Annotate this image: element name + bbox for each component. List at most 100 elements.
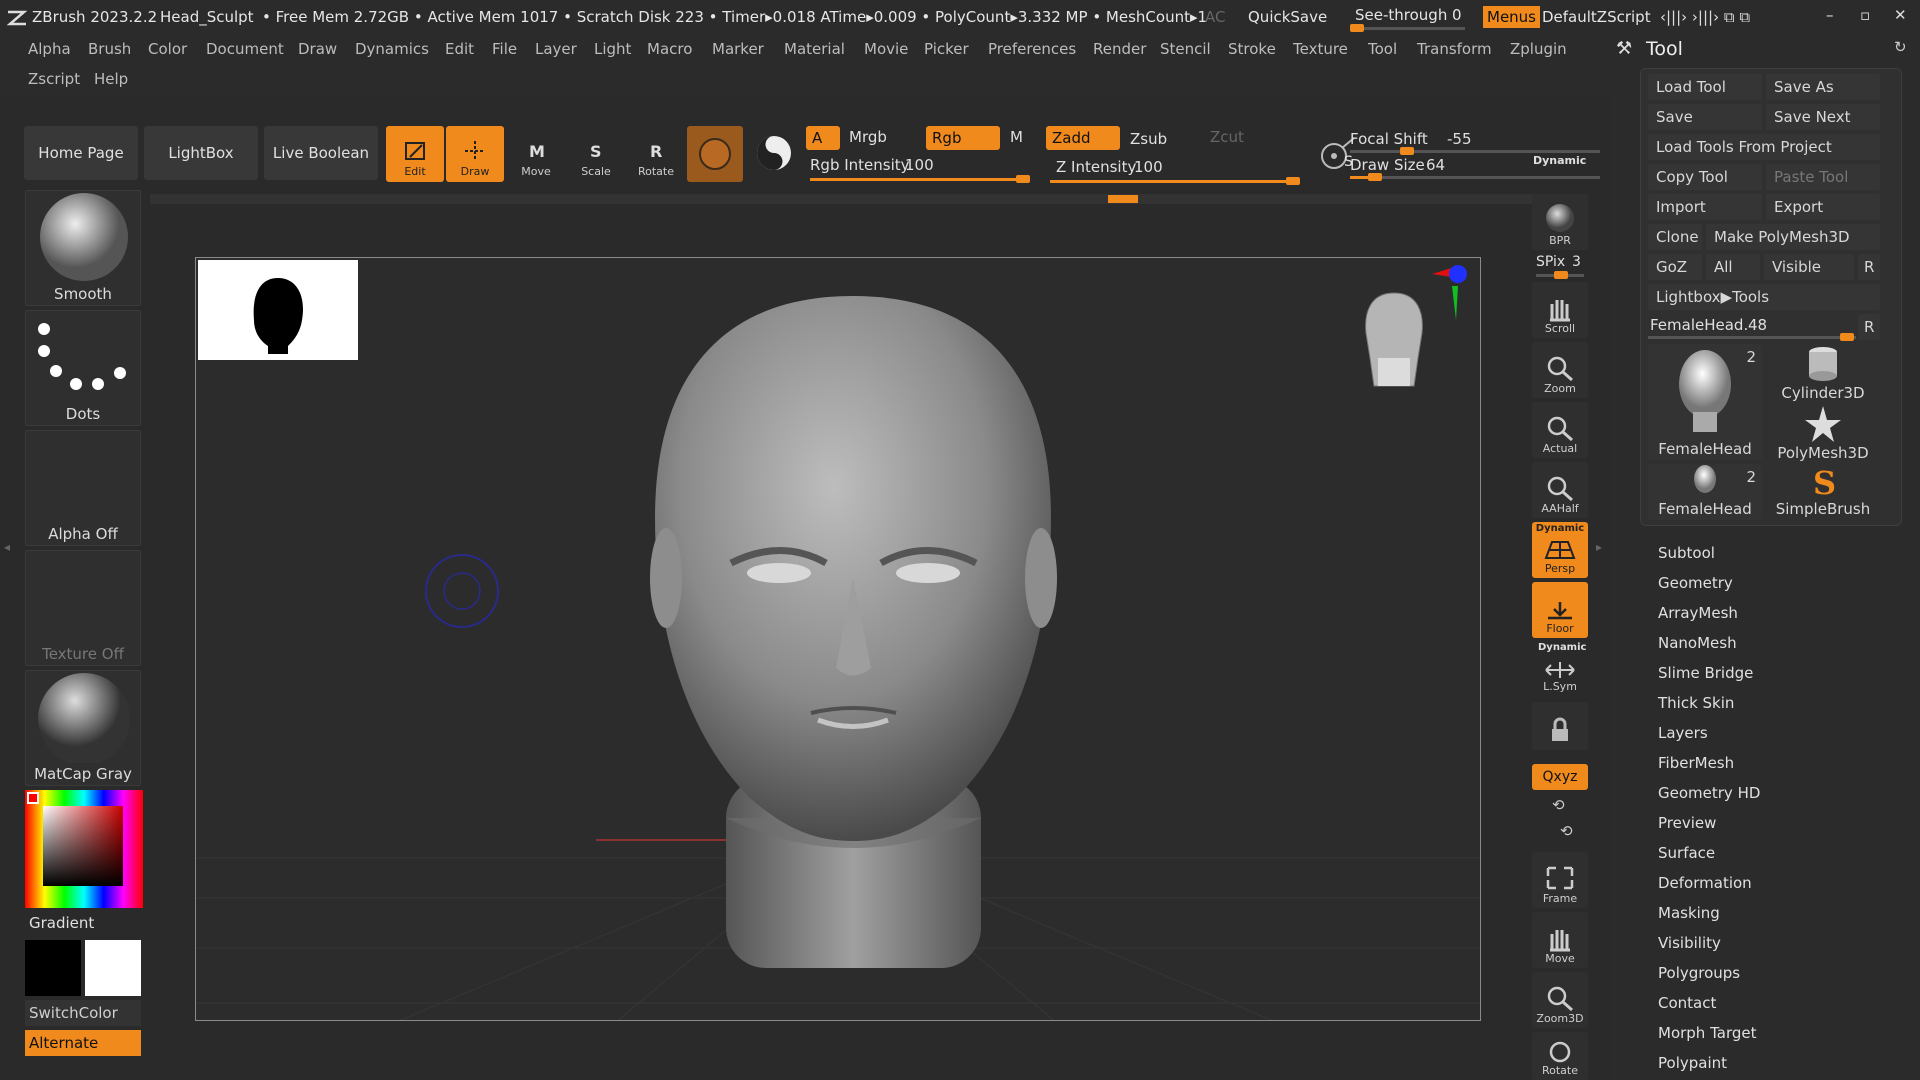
navigation-head-icon[interactable] — [1365, 292, 1423, 387]
menu-color[interactable]: Color — [148, 40, 187, 58]
load-tool-button[interactable]: Load Tool — [1648, 74, 1762, 100]
paste-tool-button[interactable]: Paste Tool — [1766, 164, 1880, 190]
color-square[interactable] — [43, 806, 123, 886]
menu-edit[interactable]: Edit — [445, 40, 474, 58]
frame-button[interactable]: Frame — [1532, 852, 1588, 908]
quicksave-button[interactable]: QuickSave — [1248, 8, 1327, 26]
menu-transform[interactable]: Transform — [1417, 40, 1492, 58]
tool-palette-title[interactable]: Tool — [1646, 38, 1683, 60]
save-next-button[interactable]: Save Next — [1766, 104, 1880, 130]
document-scroll-track[interactable] — [150, 194, 1580, 204]
menu-help[interactable]: Help — [94, 70, 128, 88]
draw-mode-button[interactable]: Draw — [446, 126, 504, 182]
subpalette-masking[interactable]: Masking — [1658, 904, 1720, 922]
xyz-rotate-toggle[interactable]: Qxyz — [1532, 764, 1588, 790]
subpalette-nanomesh[interactable]: NanoMesh — [1658, 634, 1737, 652]
menus-toggle[interactable]: Menus — [1483, 6, 1540, 28]
bpr-button[interactable]: BPR — [1532, 194, 1588, 250]
main-color-swatch[interactable] — [25, 940, 81, 996]
left-tray-collapse-icon[interactable]: ◂ — [4, 540, 14, 580]
subpalette-layers[interactable]: Layers — [1658, 724, 1708, 742]
tool-thumb-femalehead-2[interactable]: FemaleHead 2 — [1648, 464, 1762, 520]
menu-document[interactable]: Document — [206, 40, 284, 58]
subpalette-thick-skin[interactable]: Thick Skin — [1658, 694, 1734, 712]
layout-icons[interactable]: ‹|||› ›|||› ⧉ ⧉ — [1660, 8, 1750, 26]
menu-stroke[interactable]: Stroke — [1228, 40, 1276, 58]
lightbox-tools-button[interactable]: Lightbox▶Tools — [1648, 284, 1880, 310]
floor-button[interactable]: Floor — [1532, 582, 1588, 638]
subpalette-visibility[interactable]: Visibility — [1658, 934, 1721, 952]
subpalette-surface[interactable]: Surface — [1658, 844, 1715, 862]
transp-lock-button[interactable] — [1532, 702, 1588, 750]
subpalette-deformation[interactable]: Deformation — [1658, 874, 1752, 892]
edit-mode-button[interactable]: Edit — [386, 126, 444, 182]
home-page-button[interactable]: Home Page — [24, 126, 138, 180]
rgb-intensity-slider[interactable] — [810, 175, 1030, 183]
z-intensity-slider[interactable] — [1050, 177, 1300, 185]
menu-texture[interactable]: Texture — [1293, 40, 1348, 58]
seethrough-slider[interactable] — [1350, 24, 1465, 32]
aahalf-button[interactable]: AAHalf — [1532, 462, 1588, 518]
draw-size-slider[interactable] — [1350, 173, 1600, 181]
tool-thumb-cylinder3d[interactable]: Cylinder3D — [1766, 344, 1880, 402]
save-as-button[interactable]: Save As — [1766, 74, 1880, 100]
subpalette-arraymesh[interactable]: ArrayMesh — [1658, 604, 1738, 622]
mrgb-toggle[interactable]: Mrgb — [849, 128, 887, 146]
menu-layer[interactable]: Layer — [535, 40, 577, 58]
menu-dynamics[interactable]: Dynamics — [355, 40, 429, 58]
right-tray-collapse-icon[interactable]: ▸ — [1596, 540, 1606, 580]
rgb-toggle[interactable]: Rgb — [926, 126, 1000, 150]
actual-button[interactable]: Actual — [1532, 402, 1588, 458]
dynamic-size-toggle[interactable]: Dynamic — [1533, 154, 1586, 167]
load-tools-from-project-button[interactable]: Load Tools From Project — [1648, 134, 1880, 160]
live-boolean-button[interactable]: Live Boolean — [264, 126, 378, 180]
axis-gizmo[interactable] — [1432, 265, 1467, 320]
menu-light[interactable]: Light — [594, 40, 631, 58]
subpalette-preview[interactable]: Preview — [1658, 814, 1716, 832]
goz-all-button[interactable]: All — [1706, 254, 1760, 280]
menu-render[interactable]: Render — [1093, 40, 1146, 58]
m-toggle[interactable]: M — [1010, 128, 1023, 146]
alpha-slot[interactable]: Alpha Off — [25, 430, 141, 546]
focal-shift-slider[interactable] — [1350, 147, 1600, 155]
goz-r-button[interactable]: R — [1858, 254, 1880, 280]
minimize-icon[interactable]: – — [1826, 6, 1834, 24]
brush-slot[interactable]: Smooth — [25, 190, 141, 306]
subpalette-subtool[interactable]: Subtool — [1658, 544, 1715, 562]
zadd-toggle[interactable]: Zadd — [1046, 126, 1120, 150]
scale-mode-button[interactable]: S Scale — [567, 126, 625, 182]
rotate-z-icon[interactable]: ⟲ — [1560, 822, 1573, 840]
material-sphere-button[interactable] — [687, 126, 743, 182]
subpalette-slime-bridge[interactable]: Slime Bridge — [1658, 664, 1753, 682]
zbrush-logo-icon[interactable] — [6, 8, 28, 28]
clone-button[interactable]: Clone — [1648, 224, 1702, 250]
menu-file[interactable]: File — [492, 40, 517, 58]
subpalette-fibermesh[interactable]: FiberMesh — [1658, 754, 1734, 772]
subpalette-geometry[interactable]: Geometry — [1658, 574, 1733, 592]
subpalette-morph-target[interactable]: Morph Target — [1658, 1024, 1757, 1042]
current-tool-r-button[interactable]: R — [1858, 314, 1880, 340]
menu-macro[interactable]: Macro — [647, 40, 692, 58]
rotate-view-button[interactable]: Rotate — [1532, 1032, 1588, 1080]
rotate-y-icon[interactable]: ⟲ — [1552, 796, 1565, 814]
menu-stencil[interactable]: Stencil — [1160, 40, 1211, 58]
spix-slider[interactable] — [1536, 271, 1584, 279]
menu-marker[interactable]: Marker — [712, 40, 764, 58]
subpalette-geometry-hd[interactable]: Geometry HD — [1658, 784, 1760, 802]
gradient-label[interactable]: Gradient — [29, 914, 94, 932]
mask-sphere-button[interactable] — [751, 130, 797, 176]
ac-label[interactable]: AC — [1205, 8, 1225, 26]
seethrough-label[interactable]: See-through — [1355, 6, 1447, 24]
copy-tool-button[interactable]: Copy Tool — [1648, 164, 1762, 190]
zcut-toggle[interactable]: Zcut — [1210, 128, 1244, 146]
scroll-button[interactable]: Scroll — [1532, 282, 1588, 338]
stroke-slot[interactable]: Dots — [25, 310, 141, 426]
menu-preferences[interactable]: Preferences — [988, 40, 1076, 58]
subpalette-contact[interactable]: Contact — [1658, 994, 1716, 1012]
document-scroll-thumb[interactable] — [1108, 195, 1138, 203]
goz-visible-button[interactable]: Visible — [1764, 254, 1854, 280]
menu-material[interactable]: Material — [784, 40, 845, 58]
menu-alpha[interactable]: Alpha — [28, 40, 71, 58]
export-button[interactable]: Export — [1766, 194, 1880, 220]
secondary-color-swatch[interactable] — [85, 940, 141, 996]
